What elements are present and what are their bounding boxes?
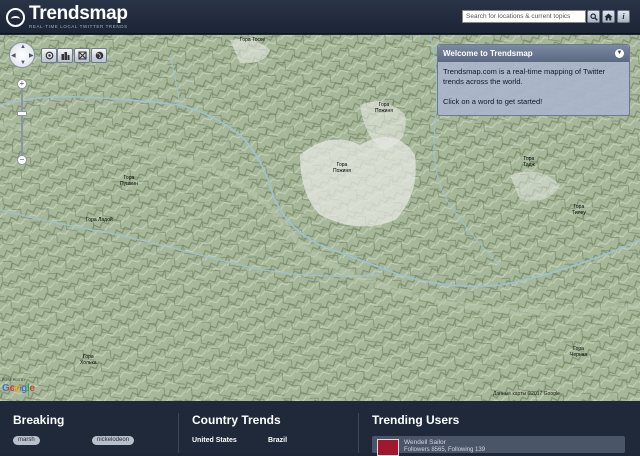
map-label-peak[interactable]: Гора Пожиня [375,102,393,114]
pan-control[interactable]: ▲ ▼ ◀ ▶ [9,42,35,68]
locate-button[interactable] [41,48,57,63]
country-link[interactable]: United States [192,437,237,444]
zoom-slider-handle[interactable] [17,111,27,116]
locate-icon [45,51,53,60]
breaking-title: Breaking [13,413,65,427]
welcome-body: Trendsmap.com is a real-time mapping of … [438,62,629,112]
breaking-chip[interactable]: marsh [13,436,40,445]
map-copyright: Данные карты ©2017 Google [493,391,560,397]
home-button[interactable] [602,10,615,23]
map-label-peak[interactable]: Гора Ладой [86,217,113,224]
user-name: Wendell Sailor [404,439,446,446]
welcome-panel: Welcome to Trendsmap ▼ Trendsmap.com is … [437,44,630,116]
map-label-peak[interactable]: Гора Черная [570,346,587,358]
pan-left-icon[interactable]: ◀ [11,52,16,59]
map-label-peak[interactable]: Гора Тадж [523,156,535,168]
trending-users-title: Trending Users [372,413,460,427]
zoom-out-button[interactable]: − [17,155,27,165]
map-label-peak[interactable]: Гора Тоске [240,37,265,44]
city-view-button[interactable] [57,48,73,63]
trending-users-section: Trending Users [372,413,459,427]
avatar [377,439,399,456]
layers-icon [77,51,87,60]
divider [358,413,359,453]
country-trends-section: Country Trends [192,413,281,427]
search-input[interactable] [462,10,586,23]
breaking-chip[interactable]: nickelodeon [92,436,135,445]
globe-button[interactable] [91,48,107,63]
map-label-peak[interactable]: Гора Пушкин [120,175,138,187]
logo-text: Trendsmap REAL-TIME LOCAL TWITTER TRENDS [29,3,128,29]
info-icon: i [622,12,625,21]
google-brand: Google [2,383,35,394]
globe-icon [95,51,103,60]
welcome-hint: Click on a word to get started! [443,97,543,106]
zoom-slider-track[interactable] [21,85,23,157]
app-header: Trendsmap REAL-TIME LOCAL TWITTER TRENDS… [0,0,640,34]
city-icon [61,52,69,60]
pan-down-icon[interactable]: ▼ [20,60,26,66]
map-label-peak[interactable]: Гора Пожиня [333,162,351,174]
magnifier-icon [589,12,598,21]
country-link[interactable]: Brazil [268,437,287,444]
breaking-section: Breaking [13,413,64,427]
layers-button[interactable] [74,48,90,63]
home-icon [604,13,613,20]
trending-user-card[interactable]: Wendell Sailor Followers 8565, Following… [372,436,625,456]
welcome-header[interactable]: Welcome to Trendsmap ▼ [438,45,629,62]
user-stats: Followers 8565, Following 139 [404,447,486,453]
zoom-in-button[interactable]: + [17,79,27,89]
pan-right-icon[interactable]: ▶ [29,52,34,59]
logo-title: Trendsmap [29,3,128,24]
search-button[interactable] [587,10,600,23]
info-button[interactable]: i [617,10,630,23]
map-label-peak[interactable]: Гора Тилеу [572,204,586,216]
welcome-text: Trendsmap.com is a real-time mapping of … [443,67,606,86]
trendsmap-logo[interactable]: Trendsmap REAL-TIME LOCAL TWITTER TRENDS [6,3,128,29]
welcome-title: Welcome to Trendsmap [443,49,533,58]
country-trends-title: Country Trends [192,413,281,427]
divider [178,413,179,453]
pan-up-icon[interactable]: ▲ [20,44,26,50]
map-label-peak[interactable]: Гора Холька [80,354,97,366]
google-logo[interactable]: Google [2,383,35,394]
logo-tagline: REAL-TIME LOCAL TWITTER TRENDS [29,24,128,29]
powered-by-text: POWERED BY [2,378,26,382]
collapse-icon[interactable]: ▼ [615,49,624,58]
logo-speech-icon [6,7,25,27]
